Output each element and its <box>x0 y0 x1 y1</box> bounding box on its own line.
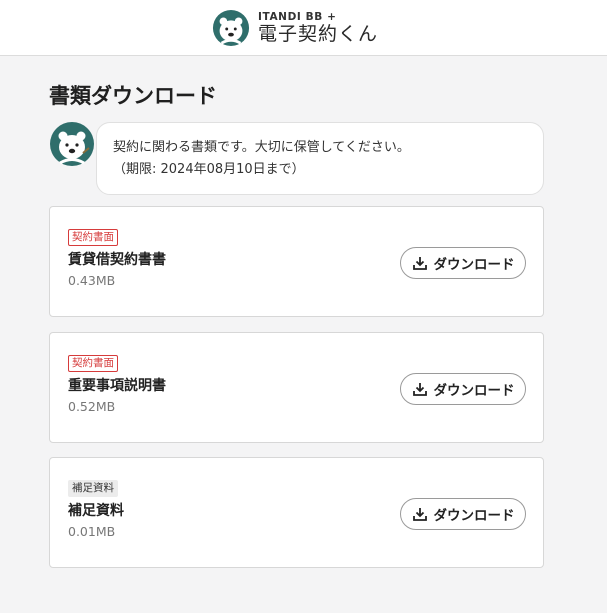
document-size: 0.01MB <box>68 524 116 539</box>
document-card: 補足資料 補足資料 0.01MB ダウンロード <box>49 457 544 568</box>
message-bubble: 契約に関わる書類です。大切に保管してください。 （期限: 2024年08月10日… <box>96 122 544 195</box>
document-card: 契約書面 重要事項説明書 0.52MB ダウンロード <box>49 332 544 443</box>
document-size: 0.43MB <box>68 273 116 288</box>
product-name: 電子契約くん <box>258 23 379 46</box>
document-badge: 契約書面 <box>68 229 118 246</box>
app-logo[interactable]: ITANDI BB + 電子契約くん <box>212 9 378 47</box>
download-button-label: ダウンロード <box>433 383 515 399</box>
download-icon <box>412 257 427 270</box>
polar-bear-icon <box>212 9 250 47</box>
document-name: 補足資料 <box>68 503 124 519</box>
document-card: 契約書面 賃貸借契約書書 0.43MB ダウンロード <box>49 206 544 317</box>
document-size: 0.52MB <box>68 399 116 414</box>
download-button[interactable]: ダウンロード <box>400 498 526 530</box>
app-header: ITANDI BB + 電子契約くん <box>0 0 607 56</box>
document-badge: 補足資料 <box>68 480 118 497</box>
message-text: 契約に関わる書類です。大切に保管してください。 <box>113 140 410 155</box>
download-icon <box>412 383 427 396</box>
avatar <box>50 122 94 166</box>
document-name: 重要事項説明書 <box>68 378 166 394</box>
document-badge: 契約書面 <box>68 355 118 372</box>
download-button[interactable]: ダウンロード <box>400 247 526 279</box>
deadline-text: （期限: 2024年08月10日まで） <box>113 162 305 177</box>
page-title: 書類ダウンロード <box>49 84 217 108</box>
document-name: 賃貸借契約書書 <box>68 252 166 268</box>
download-button[interactable]: ダウンロード <box>400 373 526 405</box>
download-button-label: ダウンロード <box>433 257 515 273</box>
download-button-label: ダウンロード <box>433 508 515 524</box>
brand-name: ITANDI BB + <box>258 10 337 23</box>
download-icon <box>412 508 427 521</box>
